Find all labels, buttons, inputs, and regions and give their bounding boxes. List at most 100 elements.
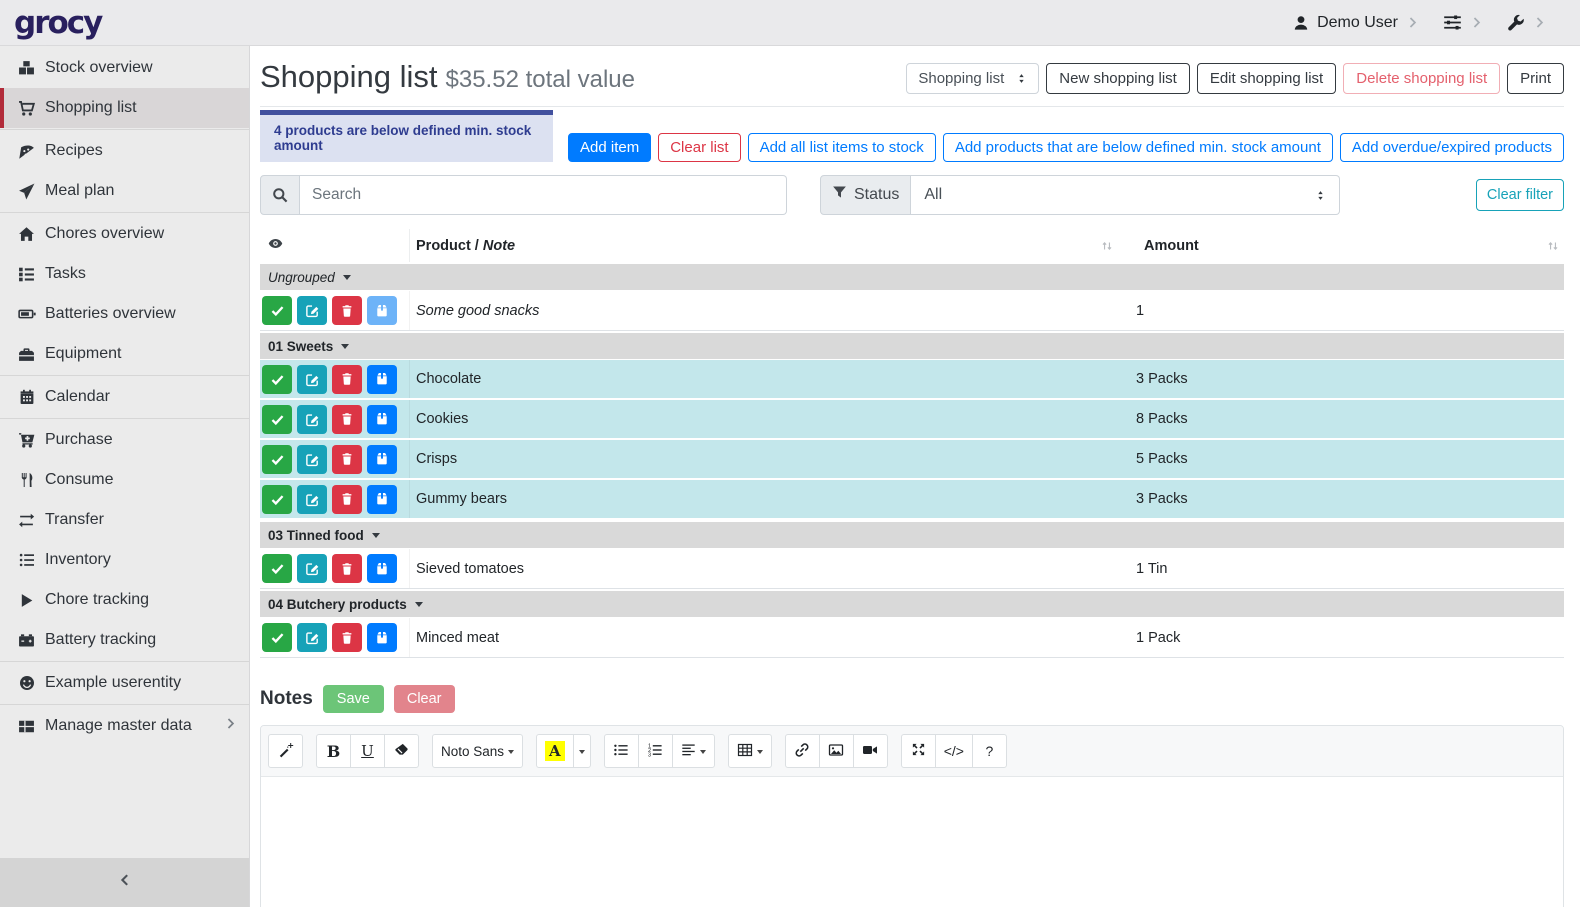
mark-done-button[interactable] <box>262 296 292 325</box>
add-overdue-button[interactable]: Add overdue/expired products <box>1340 133 1564 162</box>
search-input[interactable] <box>300 175 787 215</box>
table-row: Cookies 8 Packs <box>260 400 1564 440</box>
add-to-stock-button[interactable] <box>367 485 397 514</box>
sidebar-item-chores-overview[interactable]: Chores overview <box>0 214 249 254</box>
mark-done-button[interactable] <box>262 405 292 434</box>
display-settings-menu[interactable] <box>1443 13 1483 32</box>
sidebar-item-manage-master-data[interactable]: Manage master data <box>0 706 249 746</box>
fullscreen-button[interactable] <box>901 734 936 768</box>
sort-icon[interactable] <box>1100 239 1114 253</box>
add-to-stock-button[interactable] <box>367 554 397 583</box>
add-all-to-stock-button[interactable]: Add all list items to stock <box>748 133 936 162</box>
clear-formatting-button[interactable] <box>384 734 419 768</box>
sidebar-item-equipment[interactable]: Equipment <box>0 334 249 374</box>
group-header-butchery-products[interactable]: 04 Butchery products <box>260 589 1564 618</box>
sidebar-item-batteries-overview[interactable]: Batteries overview <box>0 294 249 334</box>
add-to-stock-button[interactable] <box>367 365 397 394</box>
shopping-list-select[interactable]: Shopping list <box>906 63 1039 94</box>
clear-filter-button[interactable]: Clear filter <box>1476 179 1564 211</box>
below-min-stock-alert: 4 products are below defined min. stock … <box>260 110 553 162</box>
add-below-min-stock-button[interactable]: Add products that are below defined min.… <box>943 133 1333 162</box>
add-to-stock-button[interactable] <box>367 296 397 325</box>
sidebar-collapse-button[interactable] <box>0 858 249 907</box>
link-icon <box>794 742 810 761</box>
insert-image-button[interactable] <box>819 734 854 768</box>
delete-shopping-list-button[interactable]: Delete shopping list <box>1343 63 1500 94</box>
delete-item-button[interactable] <box>332 485 362 514</box>
notes-editing-area[interactable] <box>261 777 1563 907</box>
edit-shopping-list-button[interactable]: Edit shopping list <box>1197 63 1336 94</box>
edit-item-button[interactable] <box>297 485 327 514</box>
insert-table-button[interactable] <box>728 734 772 768</box>
sidebar-item-chore-tracking[interactable]: Chore tracking <box>0 580 249 620</box>
delete-item-button[interactable] <box>332 405 362 434</box>
mark-done-button[interactable] <box>262 623 292 652</box>
insert-link-button[interactable] <box>785 734 820 768</box>
user-menu[interactable]: Demo User <box>1293 14 1419 32</box>
sort-icon[interactable] <box>1546 239 1560 253</box>
numbered-list-icon <box>647 742 663 761</box>
sidebar-item-inventory[interactable]: Inventory <box>0 540 249 580</box>
mark-done-button[interactable] <box>262 554 292 583</box>
bold-button[interactable]: B <box>316 734 351 768</box>
amount-column-header[interactable]: Amount <box>1124 229 1564 262</box>
sidebar-item-consume[interactable]: Consume <box>0 460 249 500</box>
clear-notes-button[interactable]: Clear <box>394 685 455 713</box>
edit-item-button[interactable] <box>297 554 327 583</box>
sidebar-item-calendar[interactable]: Calendar <box>0 377 249 417</box>
product-column-header[interactable]: Product / Note <box>410 229 1124 262</box>
save-notes-button[interactable]: Save <box>323 685 384 713</box>
edit-item-button[interactable] <box>297 445 327 474</box>
mark-done-button[interactable] <box>262 445 292 474</box>
caret-down-icon <box>341 344 349 353</box>
delete-item-button[interactable] <box>332 623 362 652</box>
edit-item-button[interactable] <box>297 405 327 434</box>
visibility-column-header[interactable] <box>260 229 410 262</box>
delete-item-button[interactable] <box>332 445 362 474</box>
status-filter-select[interactable]: All <box>911 175 1340 215</box>
sidebar-item-battery-tracking[interactable]: Battery tracking <box>0 620 249 660</box>
add-to-stock-button[interactable] <box>367 445 397 474</box>
unordered-list-button[interactable] <box>604 734 639 768</box>
table-row: Sieved tomatoes 1 Tin <box>260 549 1564 589</box>
print-button[interactable]: Print <box>1507 63 1564 94</box>
mark-done-button[interactable] <box>262 365 292 394</box>
eye-icon <box>268 236 283 255</box>
sidebar-item-stock-overview[interactable]: Stock overview <box>0 48 249 88</box>
sidebar-item-tasks[interactable]: Tasks <box>0 254 249 294</box>
edit-item-button[interactable] <box>297 623 327 652</box>
new-shopping-list-button[interactable]: New shopping list <box>1046 63 1190 94</box>
ordered-list-button[interactable] <box>638 734 673 768</box>
sidebar-item-transfer[interactable]: Transfer <box>0 500 249 540</box>
sidebar-item-recipes[interactable]: Recipes <box>0 131 249 171</box>
mark-done-button[interactable] <box>262 485 292 514</box>
add-to-stock-button[interactable] <box>367 405 397 434</box>
edit-item-button[interactable] <box>297 365 327 394</box>
main-content: Shopping list$35.52 total value Shopping… <box>250 0 1580 907</box>
delete-item-button[interactable] <box>332 296 362 325</box>
group-header-sweets[interactable]: 01 Sweets <box>260 331 1564 360</box>
group-header-tinned-food[interactable]: 03 Tinned food <box>260 520 1564 549</box>
sidebar-item-example-userentity[interactable]: Example userentity <box>0 663 249 703</box>
style-magic-button[interactable] <box>268 734 303 768</box>
sidebar-item-shopping-list[interactable]: Shopping list <box>0 88 249 128</box>
text-color-button[interactable]: A <box>536 734 574 768</box>
code-view-button[interactable]: </> <box>935 734 973 768</box>
group-header-ungrouped[interactable]: Ungrouped <box>260 262 1564 291</box>
text-color-dropdown[interactable] <box>573 734 591 768</box>
add-item-button[interactable]: Add item <box>568 133 651 162</box>
search-icon <box>260 175 300 215</box>
insert-video-button[interactable] <box>853 734 888 768</box>
sidebar-item-meal-plan[interactable]: Meal plan <box>0 171 249 211</box>
delete-item-button[interactable] <box>332 554 362 583</box>
underline-button[interactable]: U <box>350 734 385 768</box>
add-to-stock-button[interactable] <box>367 623 397 652</box>
help-button[interactable]: ? <box>972 734 1007 768</box>
font-family-button[interactable]: Noto Sans <box>432 734 523 768</box>
sidebar-item-purchase[interactable]: Purchase <box>0 420 249 460</box>
admin-settings-menu[interactable] <box>1507 14 1546 32</box>
clear-list-button[interactable]: Clear list <box>658 133 740 162</box>
paragraph-button[interactable] <box>672 734 715 768</box>
delete-item-button[interactable] <box>332 365 362 394</box>
edit-item-button[interactable] <box>297 296 327 325</box>
